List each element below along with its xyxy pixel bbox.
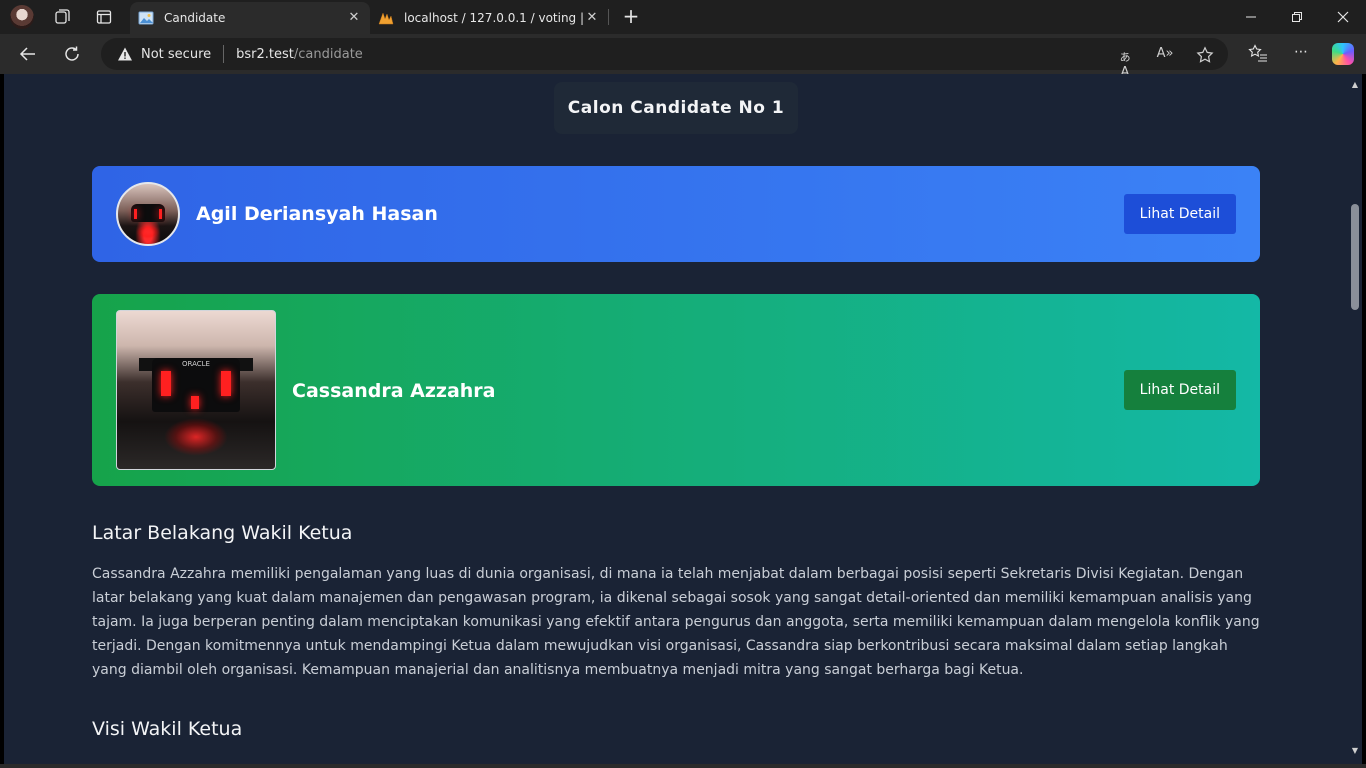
translate-icon[interactable]: ぁA — [1115, 46, 1135, 80]
tail-light — [158, 209, 163, 219]
tab-title: localhost / 127.0.0.1 / voting | php — [404, 11, 584, 25]
background-paragraph: Cassandra Azzahra memiliki pengalaman ya… — [92, 566, 1260, 678]
light-glow — [164, 418, 228, 457]
light-glow — [136, 224, 160, 240]
phpmyadmin-favicon-icon — [378, 10, 394, 26]
image-favicon-icon — [138, 10, 154, 26]
car-sponsor-text: ORACLE — [182, 359, 210, 368]
tab-candidate[interactable]: Candidate ✕ — [130, 2, 370, 34]
address-bar[interactable]: Not secure bsr2.test/candidate ぁA A» — [101, 38, 1228, 80]
close-window-button[interactable] — [1320, 0, 1366, 34]
page-title: Calon Candidate No 1 — [554, 82, 798, 134]
wakil-card: ORACLE Cassandra Azzahra Lihat Detail — [92, 294, 1260, 486]
copilot-icon[interactable] — [1332, 43, 1354, 65]
read-aloud-icon[interactable]: A» — [1155, 46, 1175, 64]
ketua-avatar — [116, 182, 180, 246]
url-host: bsr2.test — [236, 46, 294, 62]
tab-separator — [608, 9, 609, 25]
ketua-name: Agil Deriansyah Hasan — [196, 203, 438, 225]
security-label[interactable]: Not secure — [141, 47, 211, 62]
workspaces-icon[interactable] — [52, 7, 72, 27]
url-text[interactable]: bsr2.test/candidate — [236, 47, 363, 62]
tab-title: Candidate — [164, 11, 226, 25]
page-viewport: Calon Candidate No 1 Agil Deriansyah Has… — [4, 74, 1348, 764]
page-scrollbar[interactable]: ▲ ▼ — [1348, 74, 1362, 764]
address-separator — [223, 45, 225, 63]
favorite-star-icon[interactable] — [1195, 46, 1215, 64]
tail-light — [133, 209, 138, 219]
ketua-card: Agil Deriansyah Hasan Lihat Detail — [92, 166, 1260, 262]
tail-light — [161, 371, 171, 397]
visi-heading: Visi Wakil Ketua — [92, 718, 243, 740]
close-tab-icon[interactable]: ✕ — [346, 10, 362, 26]
scroll-down-icon[interactable]: ▼ — [1350, 746, 1360, 756]
tab-phpmyadmin[interactable]: localhost / 127.0.0.1 / voting | php ✕ — [370, 2, 608, 34]
url-path: /candidate — [293, 46, 363, 62]
scrollbar-thumb[interactable] — [1351, 204, 1359, 310]
rain-light — [191, 396, 200, 409]
close-tab-icon[interactable]: ✕ — [584, 10, 600, 26]
tail-light — [221, 371, 231, 397]
favorites-icon[interactable] — [1247, 44, 1269, 64]
ketua-detail-button[interactable]: Lihat Detail — [1123, 194, 1236, 234]
new-tab-button[interactable]: + — [620, 6, 642, 28]
tab-bar: Candidate ✕ localhost / 127.0.0.1 / voti… — [0, 0, 1366, 34]
background-heading: Latar Belakang Wakil Ketua — [92, 522, 353, 544]
restore-button[interactable] — [1274, 0, 1320, 34]
wakil-name: Cassandra Azzahra — [292, 380, 496, 402]
profile-avatar[interactable] — [10, 5, 34, 29]
scroll-up-icon[interactable]: ▲ — [1350, 80, 1360, 90]
minimize-button[interactable] — [1228, 0, 1274, 34]
back-arrow-icon[interactable] — [15, 42, 41, 66]
window-bottom-edge — [0, 764, 1366, 768]
more-options-icon[interactable]: ⋯ — [1290, 44, 1312, 64]
tab-actions-icon[interactable] — [94, 7, 114, 27]
wakil-detail-button[interactable]: Lihat Detail — [1123, 370, 1236, 410]
warning-icon[interactable] — [117, 46, 133, 62]
refresh-icon[interactable] — [59, 42, 85, 66]
wakil-photo: ORACLE — [116, 310, 276, 470]
browser-toolbar: Not secure bsr2.test/candidate ぁA A» ⋯ — [0, 34, 1366, 80]
